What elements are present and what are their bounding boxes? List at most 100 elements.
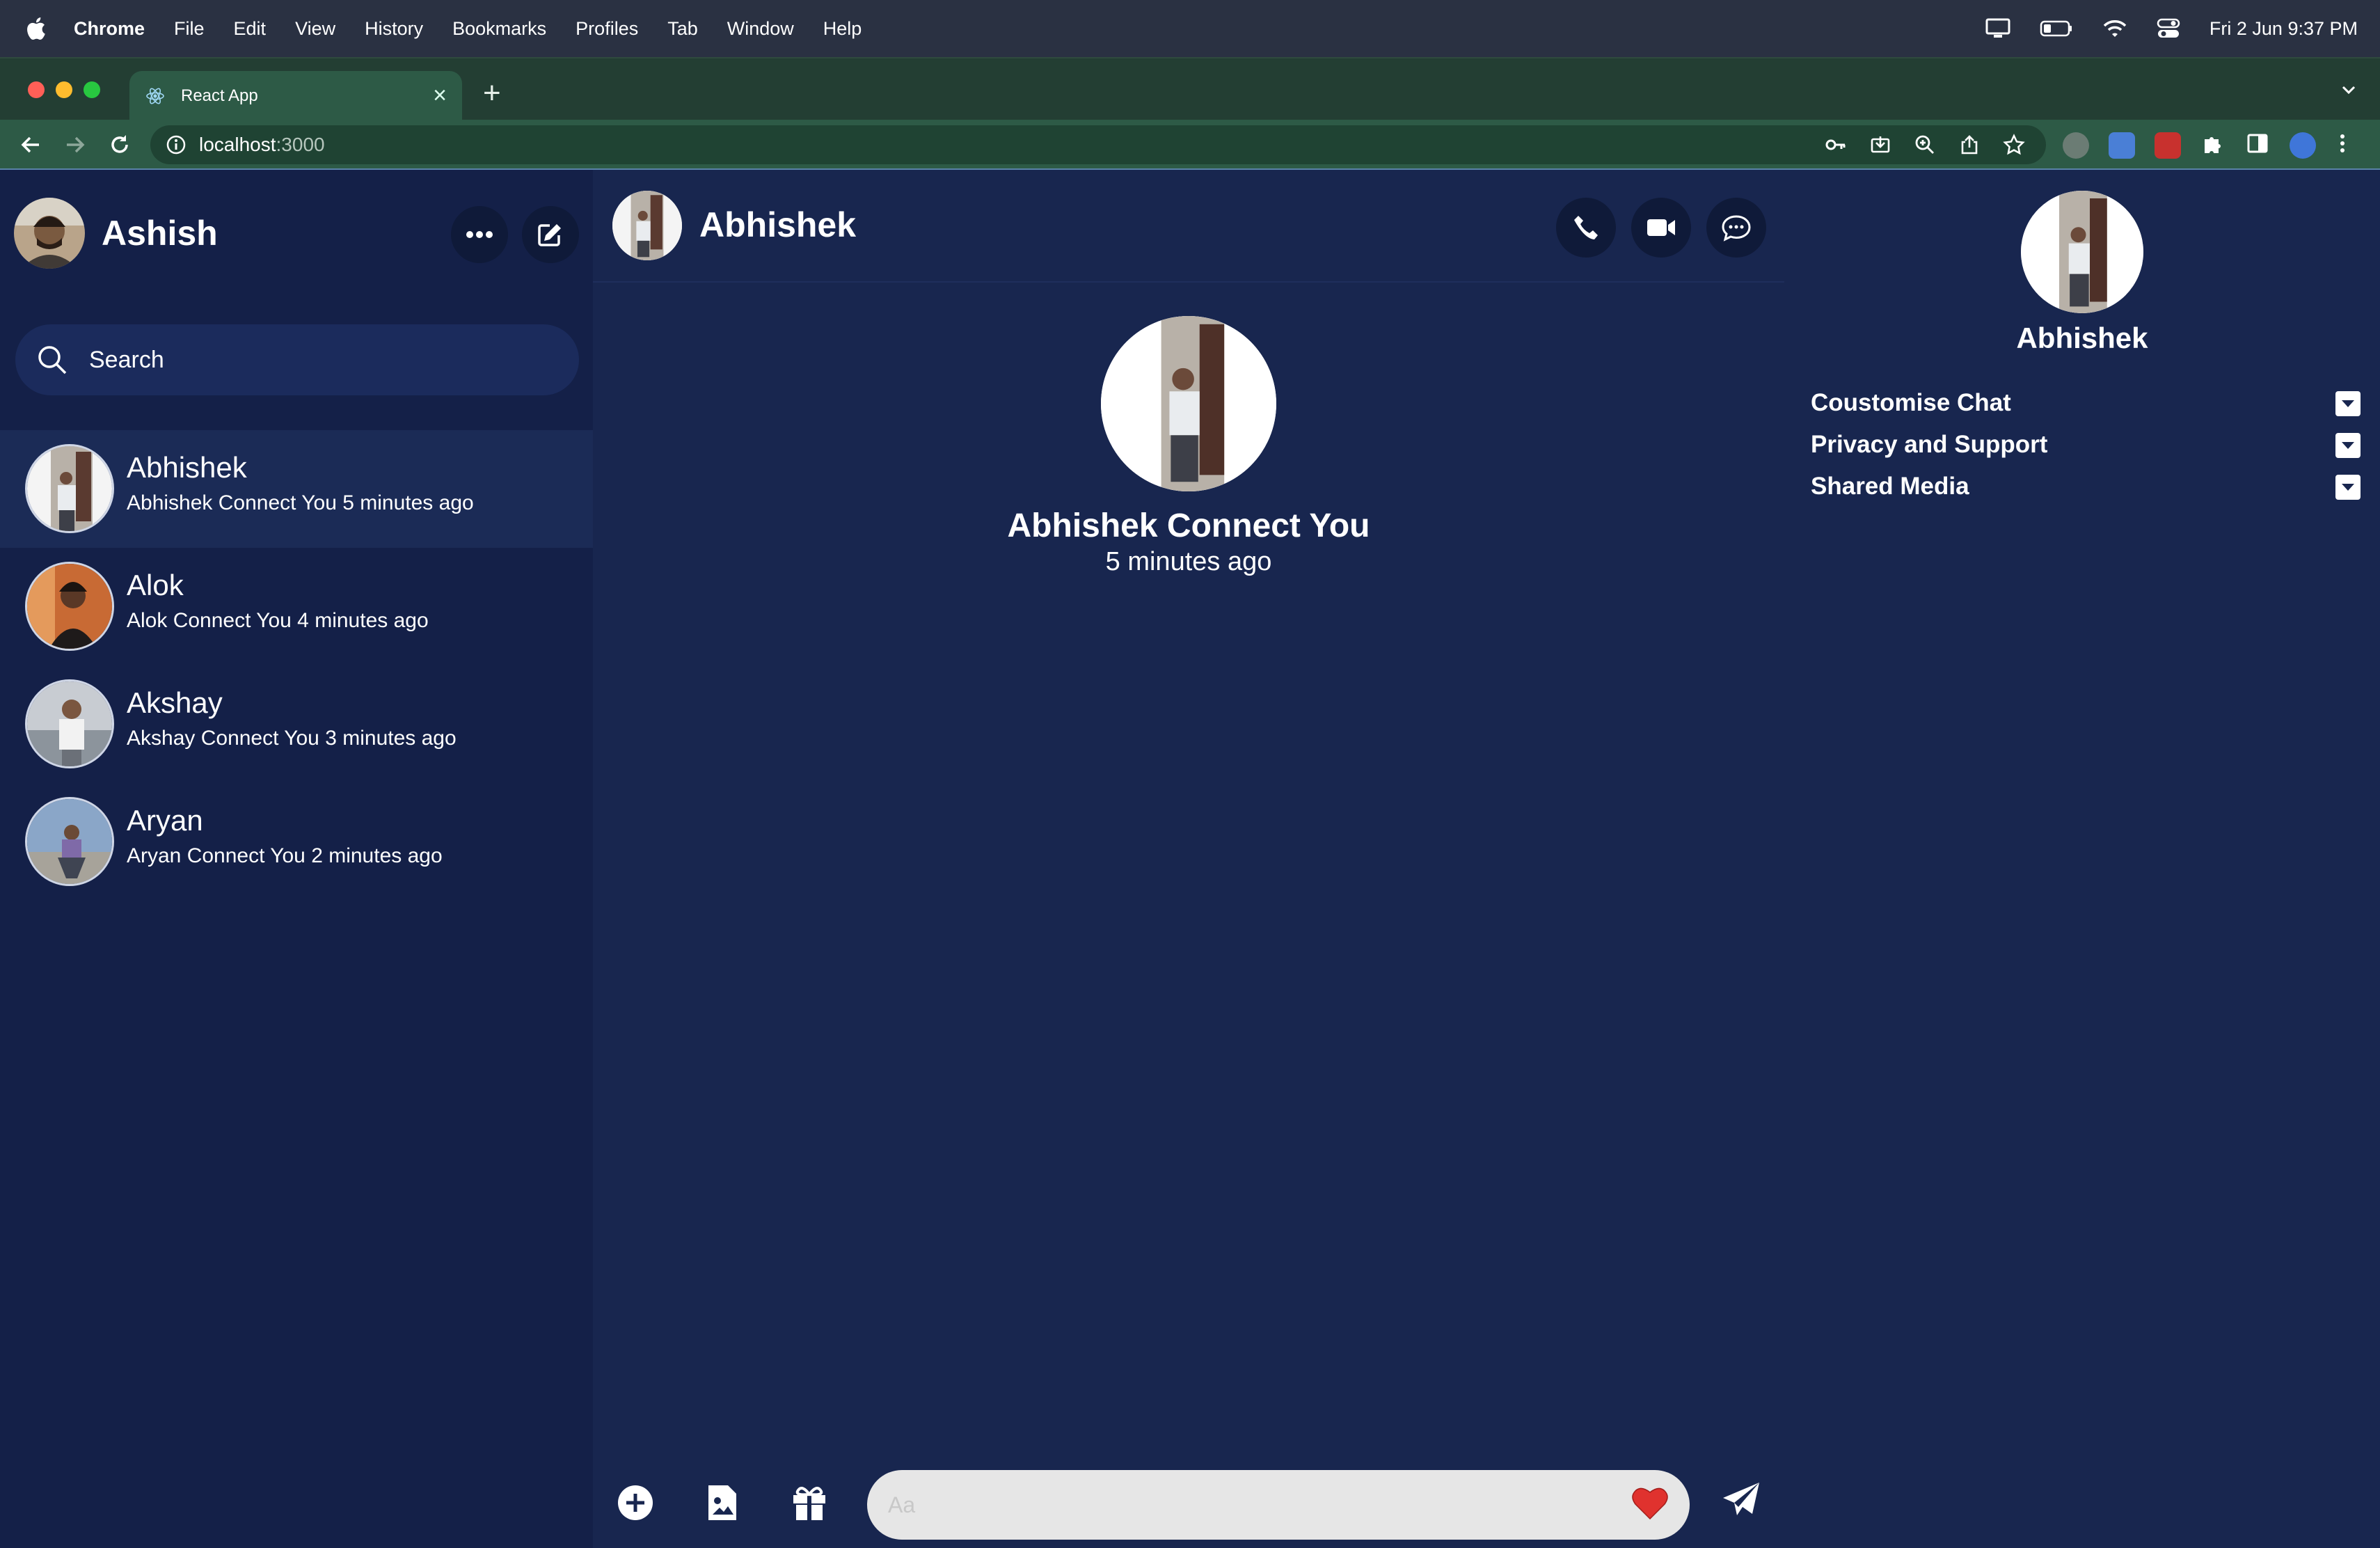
chat-contact-avatar[interactable]	[612, 191, 682, 260]
contact-name: Aryan	[127, 804, 203, 837]
menu-profiles[interactable]: Profiles	[576, 18, 638, 40]
contact-last-message: Alok Connect You 4 minutes ago	[127, 609, 429, 632]
menu-edit[interactable]: Edit	[234, 18, 267, 40]
contact-last-message: Abhishek Connect You 5 minutes ago	[127, 491, 474, 514]
new-message-button[interactable]	[522, 206, 579, 263]
apple-icon[interactable]	[25, 17, 53, 40]
video-camera-icon	[1647, 219, 1675, 236]
profile-avatar-icon[interactable]	[2290, 132, 2316, 159]
tab-close-icon[interactable]: ×	[433, 84, 447, 107]
url-port: :3000	[276, 134, 325, 155]
sidebar-header: Ashish	[0, 170, 593, 299]
customise-chat-section[interactable]: Coustomise Chat	[1811, 386, 2361, 420]
battery-icon[interactable]	[2040, 20, 2073, 37]
new-tab-icon[interactable]: +	[483, 78, 501, 109]
gift-icon[interactable]	[791, 1484, 828, 1522]
chrome-menu-icon[interactable]	[2335, 131, 2349, 159]
menu-window[interactable]: Window	[727, 18, 794, 40]
intro-time: 5 minutes ago	[1105, 547, 1272, 576]
search-icon	[36, 344, 68, 376]
caret-down-icon[interactable]	[2335, 391, 2361, 416]
privacy-support-section[interactable]: Privacy and Support	[1811, 427, 2361, 462]
side-panel-icon[interactable]	[2245, 131, 2270, 159]
contact-item-abhishek[interactable]: Abhishek Abhishek Connect You 5 minutes …	[0, 430, 593, 548]
macos-menubar: Chrome File Edit View History Bookmarks …	[0, 0, 2380, 57]
address-bar[interactable]: localhost:3000	[150, 125, 2046, 164]
caret-down-icon[interactable]	[2335, 433, 2361, 458]
intro-avatar	[1101, 316, 1276, 491]
window-maximize-button[interactable]	[84, 81, 100, 98]
ellipsis-icon	[466, 231, 493, 238]
bookmark-star-icon[interactable]	[2003, 134, 2025, 159]
google-translate-icon[interactable]	[2109, 132, 2135, 159]
caret-down-icon[interactable]	[2335, 475, 2361, 500]
compose-icon	[538, 224, 561, 246]
contact-avatar	[25, 444, 114, 533]
send-icon[interactable]	[1722, 1481, 1761, 1520]
details-name: Abhishek	[2016, 322, 2148, 354]
forward-arrow-icon[interactable]	[63, 132, 88, 157]
react-favicon-icon	[145, 86, 166, 106]
contact-last-message: Akshay Connect You 3 minutes ago	[127, 727, 457, 750]
contact-list: Abhishek Abhishek Connect You 5 minutes …	[0, 430, 593, 901]
site-info-icon[interactable]	[166, 134, 187, 155]
contact-item-aryan[interactable]: Aryan Aryan Connect You 2 minutes ago	[0, 783, 593, 901]
chat-sidebar: Ashish Abhishek Abhishek Connect You 5 m…	[0, 170, 593, 1548]
messenger-app: Ashish Abhishek Abhishek Connect You 5 m…	[0, 170, 2380, 1548]
menu-app-name[interactable]: Chrome	[74, 18, 145, 40]
share-icon[interactable]	[1958, 134, 1981, 159]
search-bar[interactable]	[15, 324, 579, 395]
chat-info-button[interactable]	[1706, 198, 1766, 258]
url-text[interactable]: localhost:3000	[199, 134, 325, 156]
voice-call-button[interactable]	[1556, 198, 1616, 258]
contact-avatar	[25, 562, 114, 651]
window-close-button[interactable]	[28, 81, 45, 98]
contact-item-alok[interactable]: Alok Alok Connect You 4 minutes ago	[0, 548, 593, 665]
message-input-box[interactable]	[867, 1470, 1690, 1540]
back-arrow-icon[interactable]	[18, 132, 43, 157]
browser-tab[interactable]: React App ×	[129, 71, 462, 121]
browser-toolbar: localhost:3000	[0, 120, 2380, 170]
chat-panel: Abhishek Abhishek Connect You 5 minutes …	[593, 170, 1784, 1548]
menu-tab[interactable]: Tab	[667, 18, 698, 40]
contact-last-message: Aryan Connect You 2 minutes ago	[127, 844, 443, 867]
window-minimize-button[interactable]	[56, 81, 72, 98]
chat-header: Abhishek	[593, 170, 1784, 283]
extension-red-icon[interactable]	[2155, 132, 2181, 159]
control-center-icon[interactable]	[2157, 18, 2180, 39]
message-input[interactable]	[888, 1492, 1584, 1518]
contact-avatar	[25, 679, 114, 768]
file-image-icon[interactable]	[707, 1484, 738, 1522]
chat-contact-name: Abhishek	[699, 205, 857, 244]
menu-file[interactable]: File	[174, 18, 205, 40]
reload-icon[interactable]	[107, 132, 132, 157]
contact-details-panel: Abhishek Coustomise Chat Privacy and Sup…	[1784, 170, 2380, 1548]
more-options-button[interactable]	[451, 206, 508, 263]
video-call-button[interactable]	[1631, 198, 1691, 258]
password-key-icon[interactable]	[1825, 134, 1847, 159]
zoom-icon[interactable]	[1914, 134, 1936, 159]
menu-history[interactable]: History	[365, 18, 423, 40]
search-input[interactable]	[89, 346, 507, 374]
display-icon[interactable]	[1985, 18, 2010, 39]
menu-help[interactable]: Help	[823, 18, 862, 40]
phone-icon	[1574, 216, 1598, 239]
user-avatar[interactable]	[14, 198, 85, 269]
extensions-puzzle-icon[interactable]	[2200, 131, 2226, 159]
contact-avatar	[25, 797, 114, 886]
tab-title: React App	[181, 86, 258, 105]
plus-circle-icon[interactable]	[617, 1484, 654, 1522]
shared-media-section[interactable]: Shared Media	[1811, 469, 2361, 504]
heart-icon[interactable]	[1631, 1485, 1669, 1520]
wifi-icon[interactable]	[2102, 19, 2127, 38]
menu-view[interactable]: View	[295, 18, 335, 40]
menubar-clock[interactable]: Fri 2 Jun 9:37 PM	[2210, 18, 2358, 40]
contact-item-akshay[interactable]: Akshay Akshay Connect You 3 minutes ago	[0, 665, 593, 783]
extension-owl-icon[interactable]	[2063, 132, 2089, 159]
install-app-icon[interactable]	[1869, 134, 1891, 159]
menu-bookmarks[interactable]: Bookmarks	[452, 18, 546, 40]
section-label: Shared Media	[1811, 473, 1969, 500]
intro-title: Abhishek Connect You	[1007, 507, 1370, 544]
user-name: Ashish	[102, 214, 218, 253]
tab-search-chevron-icon[interactable]	[2338, 79, 2359, 104]
